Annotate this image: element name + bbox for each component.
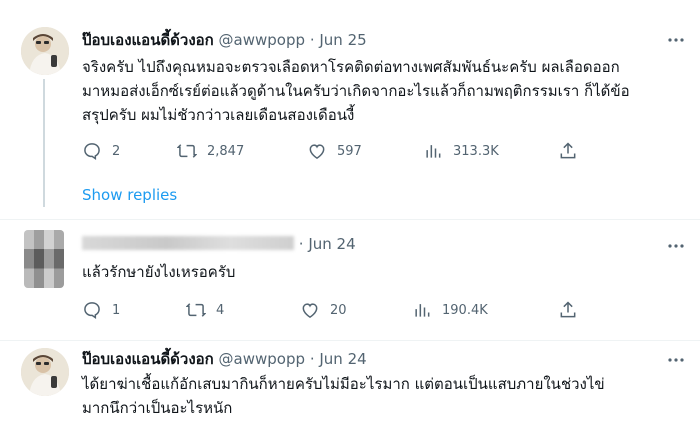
avatar[interactable] bbox=[24, 230, 64, 288]
user-handle[interactable]: @awwpopp bbox=[219, 350, 305, 368]
tweet-date[interactable]: Jun 24 bbox=[308, 235, 355, 253]
display-name[interactable]: ป๊อบเองแอนดี้ด้วงอก bbox=[82, 31, 214, 49]
separator: · bbox=[309, 350, 315, 368]
tweet-header: ป๊อบเองแอนดี้ด้วงอก @awwpopp · Jun 24 bbox=[82, 349, 367, 369]
views-button[interactable]: 313.3K bbox=[423, 139, 499, 163]
redacted-name bbox=[82, 236, 294, 250]
show-replies-link[interactable]: Show replies bbox=[82, 186, 177, 204]
reply-icon bbox=[84, 143, 100, 161]
reply-icon bbox=[84, 302, 100, 320]
reply-button[interactable]: 1 bbox=[82, 298, 120, 322]
analytics-icon bbox=[426, 145, 441, 158]
share-icon bbox=[560, 142, 576, 159]
retweet-count: 4 bbox=[216, 302, 225, 318]
avatar-image bbox=[21, 348, 69, 396]
retweet-button[interactable]: 2,847 bbox=[177, 139, 244, 163]
heart-icon bbox=[309, 144, 325, 159]
tweet-actions: 1 4 20 190.4K bbox=[82, 298, 682, 322]
more-icon[interactable] bbox=[666, 236, 686, 256]
view-count: 190.4K bbox=[442, 302, 488, 318]
share-button[interactable] bbox=[558, 139, 588, 163]
tweet-3[interactable]: ป๊อบเองแอนดี้ด้วงอก @awwpopp · Jun 24 ได… bbox=[0, 341, 700, 436]
share-button[interactable] bbox=[558, 298, 588, 322]
like-button[interactable]: 20 bbox=[300, 298, 347, 322]
analytics-icon bbox=[415, 304, 430, 317]
share-icon bbox=[560, 301, 576, 318]
avatar[interactable] bbox=[21, 348, 69, 396]
tweet-header: · Jun 24 bbox=[82, 234, 356, 254]
tweet-actions: 2 2,847 597 313.3K bbox=[82, 139, 682, 163]
tweet-date[interactable]: Jun 24 bbox=[319, 350, 366, 368]
like-button[interactable]: 597 bbox=[307, 139, 362, 163]
thread-line bbox=[43, 79, 45, 207]
tweet-date[interactable]: Jun 25 bbox=[319, 31, 366, 49]
retweet-button[interactable]: 4 bbox=[186, 298, 224, 322]
like-count: 597 bbox=[337, 143, 362, 159]
reply-count: 2 bbox=[112, 143, 121, 159]
tweet-text: จริงครับ ไปถึงคุณหมอจะตรวจเลือดหาโรคติดต… bbox=[82, 58, 630, 124]
separator: · bbox=[309, 31, 315, 49]
tweet-text: แล้วรักษายังไงเหรอครับ bbox=[82, 263, 236, 281]
like-count: 20 bbox=[330, 302, 347, 318]
tweet-header: ป๊อบเองแอนดี้ด้วงอก @awwpopp · Jun 25 bbox=[82, 30, 367, 50]
tweet-1[interactable]: ป๊อบเองแอนดี้ด้วงอก @awwpopp · Jun 25 จร… bbox=[0, 0, 700, 219]
tweet-2[interactable]: · Jun 24 แล้วรักษายังไงเหรอครับ 1 4 20 1… bbox=[0, 220, 700, 340]
heart-icon bbox=[302, 303, 318, 318]
views-button[interactable]: 190.4K bbox=[412, 298, 488, 322]
view-count: 313.3K bbox=[453, 143, 499, 159]
more-icon[interactable] bbox=[666, 350, 686, 370]
avatar[interactable] bbox=[21, 27, 69, 75]
retweet-icon bbox=[177, 144, 197, 158]
retweet-icon bbox=[186, 303, 206, 317]
retweet-count: 2,847 bbox=[207, 143, 245, 159]
user-handle[interactable]: @awwpopp bbox=[219, 31, 305, 49]
reply-count: 1 bbox=[112, 302, 121, 318]
tweet-text: ได้ยาฆ่าเชื้อแก้อักเสบมากินก็หายครับไม่ม… bbox=[82, 375, 605, 417]
more-icon[interactable] bbox=[666, 30, 686, 50]
avatar-image bbox=[21, 27, 69, 75]
display-name[interactable]: ป๊อบเองแอนดี้ด้วงอก bbox=[82, 350, 214, 368]
reply-button[interactable]: 2 bbox=[82, 139, 120, 163]
separator: · bbox=[298, 235, 304, 253]
